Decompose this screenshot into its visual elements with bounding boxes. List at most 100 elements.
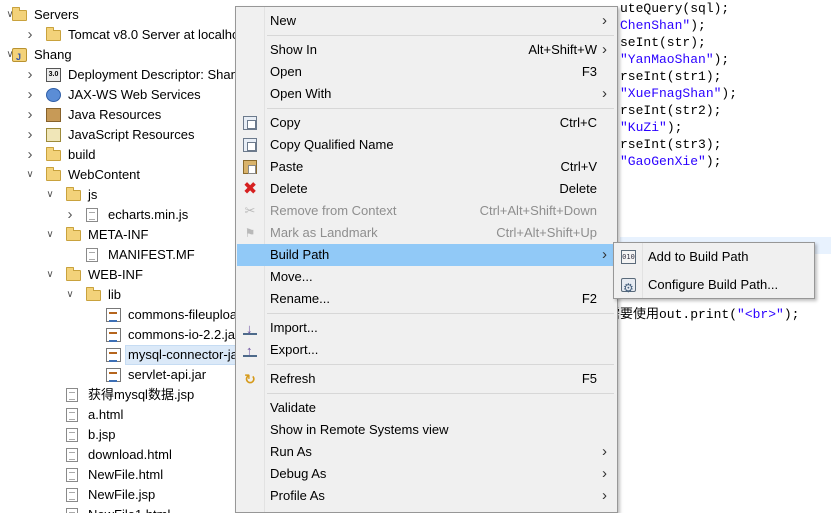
chevron-right-icon[interactable]: › [24,85,36,105]
menu-item-open[interactable]: Open F3 [237,61,616,83]
tree-row[interactable]: mysql-connector-java- [0,345,240,365]
chevron-right-icon[interactable]: › [24,105,36,125]
menu-item-profile-as[interactable]: Profile As › [237,485,616,507]
tree-row-label: Servers [34,7,79,22]
menu-item-validate[interactable]: Validate [237,397,616,419]
menu-separator [267,393,614,394]
chevron-right-icon[interactable]: › [24,25,36,45]
menu-item-label: Open [270,64,302,79]
tree-row[interactable]: NewFile1.html [0,505,240,513]
chevron-down-icon[interactable]: ∨ [44,225,56,245]
tree-row-label: commons-io-2.2.jar [128,327,240,342]
menu-item-shortcut: Ctrl+C [559,115,597,130]
menu-item-import[interactable]: Import... [237,317,616,340]
folder-icon [46,167,61,181]
tree-row[interactable]: › 3.0 Deployment Descriptor: Shang [0,65,241,85]
chevron-down-icon[interactable]: ∨ [44,185,56,205]
menu-item-refresh[interactable]: ↻ Refresh F5 [237,368,616,390]
paste-icon [243,160,257,174]
tree-row[interactable]: ∨ lib [0,285,240,305]
menu-item-build-path[interactable]: Build Path › [237,244,616,266]
code-text: uteQuery(sql); [620,1,730,16]
code-line: 需要使用out.print("<br>"); [607,306,799,323]
tree-row-label: WebContent [68,167,141,182]
context-menu[interactable]: New › Show In Alt+Shift+W › Open F3 Open With › C… [235,6,618,513]
folder-icon [66,187,81,201]
tree-row-label: Java Resources [68,107,162,122]
chevron-right-icon[interactable]: › [64,205,76,225]
tree-row[interactable]: 获得mysql数据.jsp [0,385,240,405]
menu-item-label: Copy Qualified Name [270,137,394,152]
project-explorer-tree[interactable]: ∨ Servers › Tomcat v8.0 Server at localhost… [0,0,240,513]
menu-item-paste[interactable]: Paste Ctrl+V [237,156,616,178]
tree-row[interactable]: › JavaScript Resources [0,125,240,145]
folder-icon [12,7,27,21]
tree-row[interactable]: MANIFEST.MF [0,245,240,265]
chevron-right-icon[interactable]: › [24,65,36,85]
tree-row[interactable]: servlet-api.jar [0,365,240,385]
tree-row[interactable]: a.html [0,405,240,425]
code-text: rseInt(str1); [620,69,722,84]
landmark-icon: ⚑ [244,226,256,240]
code-string-literal: "<br>" [737,307,784,322]
chevron-down-icon[interactable]: ∨ [44,265,56,285]
tree-row[interactable]: ∨ WebContent [0,165,240,185]
menu-item-debug-as[interactable]: Debug As › [237,463,616,485]
menu-item-label: Delete [270,181,308,196]
menu-item-label: Paste [270,159,304,174]
submenu-item-label: Configure Build Path... [648,277,779,292]
code-text: ); [666,120,683,135]
tree-row-label: js [88,187,98,202]
build-path-submenu[interactable]: 010 Add to Build Path Configure Build Path… [613,242,815,300]
tree-row[interactable]: › JAX-WS Web Services [0,85,240,105]
chevron-down-icon[interactable]: ∨ [64,285,76,305]
tree-row-label: build [68,147,96,162]
tree-row[interactable]: › echarts.min.js [0,205,240,225]
jar-icon [106,368,121,382]
menu-item-rename[interactable]: Rename... F2 [237,288,616,310]
chevron-right-icon: › [602,12,607,29]
menu-separator [267,35,614,36]
tree-row[interactable]: ∨Shang [0,45,240,67]
submenu-item-add-to-build-path[interactable]: 010 Add to Build Path [615,245,813,269]
tree-row[interactable]: commons-io-2.2.jar [0,325,240,345]
tree-row[interactable]: commons-fileupload-1 [0,305,240,325]
menu-item-show-in-remote-systems-view[interactable]: Show in Remote Systems view [237,419,616,441]
tree-row[interactable]: NewFile.html [0,465,240,485]
menu-item-label: Import... [270,320,318,335]
tree-row[interactable]: download.html [0,445,240,465]
menu-item-run-as[interactable]: Run As › [237,441,616,463]
tree-row[interactable]: ∨ Servers [0,5,240,25]
tree-row[interactable]: NewFile.jsp [0,485,240,505]
chevron-right-icon[interactable]: › [24,125,36,145]
folder-icon [66,267,81,281]
menu-item-move[interactable]: Move... [237,266,616,288]
tree-row[interactable]: ∨ WEB-INF [0,265,240,285]
tree-row[interactable]: ∨ js [0,185,240,205]
menu-item-delete[interactable]: ✖ Delete Delete [237,178,616,200]
tree-row[interactable]: › Java Resources [0,105,240,125]
code-text: ); [705,154,722,169]
chevron-right-icon[interactable]: › [24,145,36,165]
tree-row-label: a.html [88,407,124,422]
folder-icon [86,287,101,301]
chevron-down-icon[interactable]: ∨ [24,165,36,185]
tree-row[interactable]: › build [0,145,240,165]
tree-row[interactable]: b.jsp [0,425,240,445]
tree-row-label: mysql-connector-java- [125,345,240,365]
menu-item-copy[interactable]: Copy Ctrl+C [237,112,616,134]
tree-row-label: MANIFEST.MF [108,247,195,262]
delete-icon: ✖ [243,179,258,198]
menu-item-label: Refresh [270,371,316,386]
file-icon [66,468,78,482]
menu-item-new[interactable]: New › [237,10,616,32]
menu-item-open-with[interactable]: Open With › [237,83,616,105]
code-line: "YanMaoShan"); [620,51,729,68]
menu-item-export[interactable]: Export... [237,339,616,362]
menu-item-show-in[interactable]: Show In Alt+Shift+W › [237,39,616,61]
menu-item-shortcut: F2 [581,291,597,306]
menu-item-copy-qualified-name[interactable]: Copy Qualified Name [237,134,616,156]
tree-row[interactable]: ∨ META-INF [0,225,240,245]
tree-row[interactable]: › Tomcat v8.0 Server at localhost- [0,25,241,45]
submenu-item-configure-build-path[interactable]: Configure Build Path... [615,273,813,300]
